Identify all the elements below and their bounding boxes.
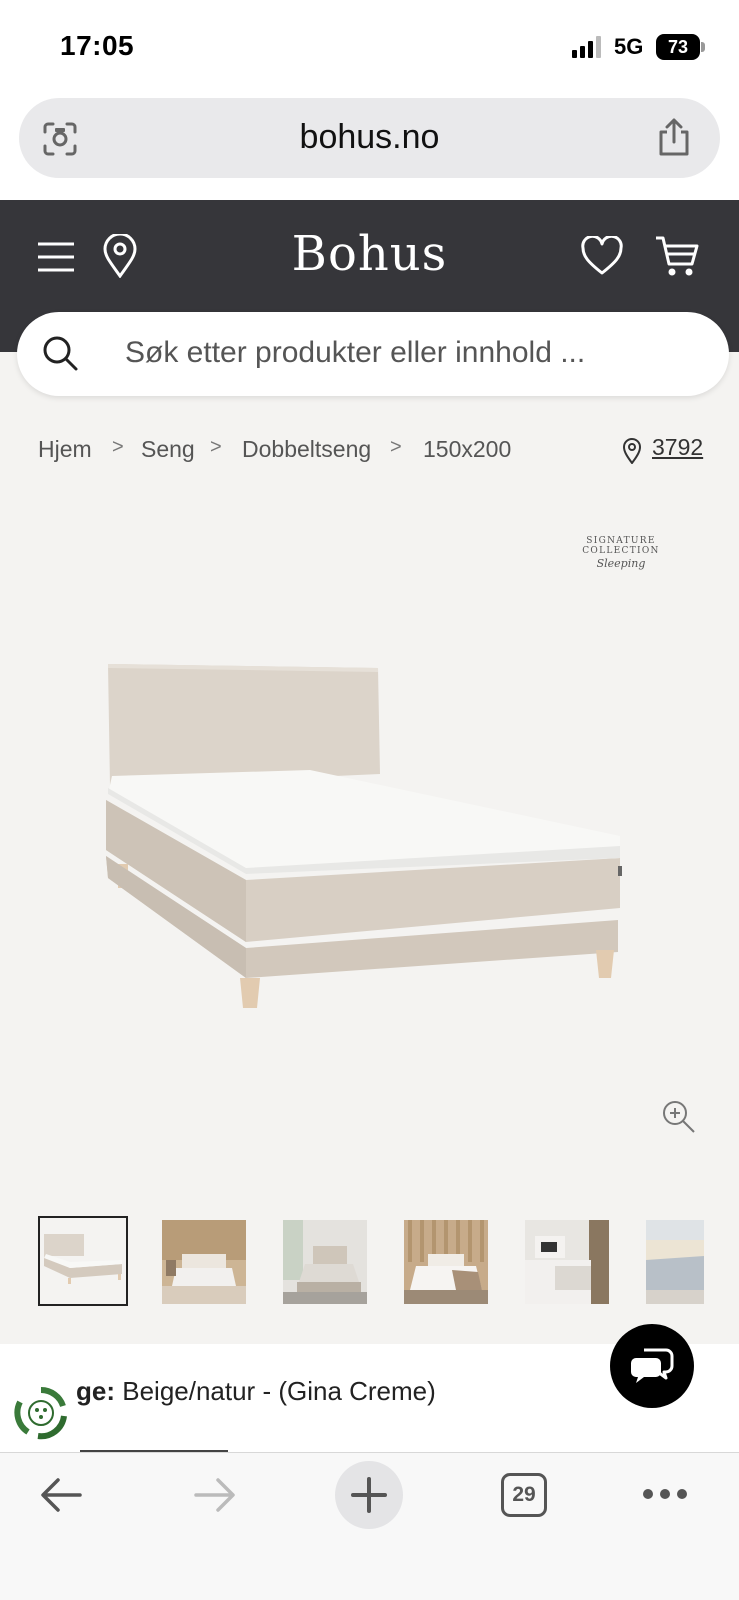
- cart-icon[interactable]: [654, 234, 700, 278]
- network-type: 5G: [614, 34, 644, 59]
- search-placeholder: Søk etter produkter eller innhold ...: [125, 336, 586, 369]
- new-tab-button[interactable]: [335, 1461, 403, 1529]
- variant-text: ge: Beige/natur - (Gina Creme): [76, 1376, 436, 1407]
- battery-icon: 73: [656, 34, 705, 60]
- breadcrumb-separator: >: [210, 436, 222, 458]
- thumbnail-1[interactable]: [38, 1216, 128, 1306]
- breadcrumb-separator: >: [390, 436, 402, 458]
- store-number-link[interactable]: 3792: [652, 434, 703, 461]
- search-icon: [43, 336, 78, 371]
- thumbnail-3[interactable]: [283, 1220, 367, 1304]
- store-location-icon: [622, 438, 642, 464]
- chat-button[interactable]: [610, 1324, 694, 1408]
- share-icon[interactable]: [655, 116, 693, 158]
- signal-icon: [572, 36, 601, 58]
- tab-switcher-button[interactable]: 29: [501, 1473, 547, 1517]
- chat-icon: [631, 1348, 674, 1383]
- breadcrumb-separator: >: [112, 436, 124, 458]
- url-text[interactable]: bohus.no: [19, 118, 720, 157]
- battery-level: 73: [656, 34, 700, 60]
- more-icon[interactable]: [642, 1487, 688, 1501]
- brand-line-1: SIGNATURE COLLECTION: [582, 536, 660, 556]
- status-bar: 17:05 5G 73: [0, 0, 739, 96]
- brand-collection-logo: SIGNATURE COLLECTION Sleeping: [556, 536, 686, 570]
- thumbnail-5[interactable]: [525, 1220, 609, 1304]
- thumbnail-strip: [38, 1216, 738, 1308]
- breadcrumb-item-size: 150x200: [423, 436, 512, 462]
- variant-value: Beige/natur - (Gina Creme): [122, 1376, 436, 1406]
- thumbnail-4[interactable]: [404, 1220, 488, 1304]
- breadcrumb-item-bed[interactable]: Seng: [141, 436, 195, 463]
- browser-toolbar: 29: [0, 1452, 739, 1600]
- search-input[interactable]: Søk etter produkter eller innhold ...: [17, 312, 729, 396]
- product-image-bed[interactable]: [96, 660, 636, 1020]
- back-icon[interactable]: [38, 1475, 84, 1515]
- plus-icon: [351, 1477, 387, 1513]
- brand-line-2: Sleeping: [596, 557, 646, 570]
- zoom-in-icon[interactable]: [660, 1098, 696, 1134]
- heart-icon[interactable]: [580, 236, 624, 276]
- thumbnail-6[interactable]: [646, 1220, 704, 1304]
- status-time: 17:05: [60, 30, 135, 61]
- address-bar[interactable]: bohus.no: [19, 98, 720, 178]
- variant-label: ge:: [76, 1376, 115, 1406]
- forward-icon[interactable]: [192, 1475, 238, 1515]
- site-logo[interactable]: Bohus: [0, 226, 739, 282]
- eco-badge-icon[interactable]: [14, 1386, 68, 1440]
- breadcrumb-item-double-bed[interactable]: Dobbeltseng: [242, 436, 371, 463]
- breadcrumb-item-home[interactable]: Hjem: [38, 436, 92, 463]
- thumbnail-2[interactable]: [162, 1220, 246, 1304]
